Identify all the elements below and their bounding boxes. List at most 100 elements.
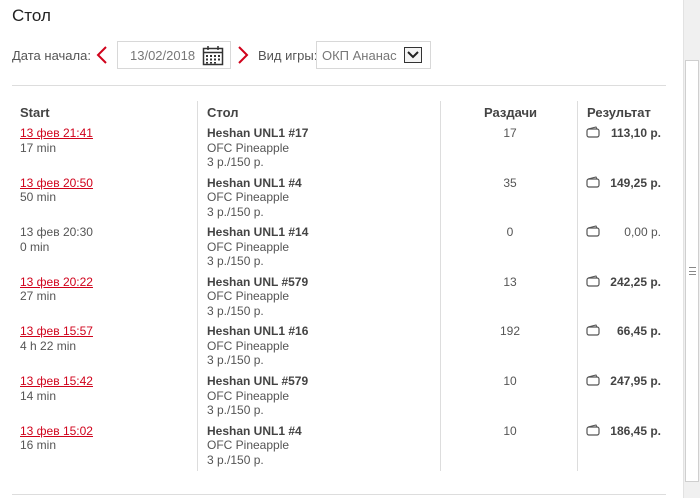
table-row: 13 фев 21:41 17 min Heshan UNL1 #17 OFC Pin… xyxy=(0,126,670,176)
session-duration: 27 min xyxy=(20,289,57,304)
chevron-down-icon[interactable] xyxy=(404,47,422,63)
start-cell: 13 фев 15:57 4 h 22 min xyxy=(20,324,93,353)
column-header-result: Результат xyxy=(587,105,651,120)
start-cell: 13 фев 20:50 50 min xyxy=(20,176,93,205)
stakes: 3 р./150 р. xyxy=(207,254,264,269)
result-cell: 0,00 р. xyxy=(586,225,661,241)
game-type-select[interactable]: ОКП Ананас xyxy=(316,41,431,69)
session-duration: 4 h 22 min xyxy=(20,338,77,353)
result-cell: 247,95 р. xyxy=(586,374,661,390)
result-cell: 113,10 р. xyxy=(586,126,661,142)
game-type-label: Вид игры: xyxy=(258,48,318,63)
stakes: 3 р./150 р. xyxy=(207,403,264,417)
start-cell: 13 фев 20:22 27 min xyxy=(20,275,93,304)
grip-icon xyxy=(689,267,696,275)
chevron-right-icon xyxy=(238,46,249,64)
table-cell: Heshan UNL1 #4 OFC Pineapple 3 р./150 р. xyxy=(207,176,302,220)
stakes: 3 р./150 р. xyxy=(207,452,264,467)
divider xyxy=(12,494,666,495)
result-amount: 0,00 р. xyxy=(624,225,661,240)
chevron-left-icon xyxy=(96,46,107,64)
result-cell: 242,25 р. xyxy=(586,275,661,291)
start-cell: 13 фев 20:30 0 min xyxy=(20,225,93,254)
next-date-button[interactable] xyxy=(237,45,251,65)
table-cell: Heshan UNL1 #4 OFC Pineapple 3 р./150 р. xyxy=(207,424,302,468)
session-duration: 50 min xyxy=(20,190,57,205)
session-start-link[interactable]: 13 фев 21:41 xyxy=(20,126,93,141)
stakes: 3 р./150 р. xyxy=(207,155,264,169)
filter-bar: Дата начала: 13/02/2018 Вид игры: ОКП Ан… xyxy=(12,41,672,69)
wallet-icon xyxy=(586,324,600,339)
game-type: OFC Pineapple xyxy=(207,438,290,453)
table-name: Heshan UNL #579 xyxy=(207,374,309,388)
wallet-icon xyxy=(586,176,600,191)
game-type: OFC Pineapple xyxy=(207,190,290,205)
table-row: 13 фев 15:42 14 min Heshan UNL #579 OFC Pin… xyxy=(0,374,670,424)
date-label: Дата начала: xyxy=(12,48,91,63)
game-type: OFC Pineapple xyxy=(207,388,290,403)
result-amount: 113,10 р. xyxy=(610,126,661,140)
table-name: Heshan UNL #579 xyxy=(207,274,309,289)
game-type-value: ОКП Ананас xyxy=(322,48,397,63)
table-row: 13 фев 15:57 4 h 22 min Heshan UNL1 #16 OFC… xyxy=(0,324,670,374)
session-start-link[interactable]: 13 фев 15:02 xyxy=(20,424,93,439)
calendar-icon[interactable] xyxy=(202,45,224,71)
hands-count: 10 xyxy=(503,423,517,438)
column-header-start: Start xyxy=(20,105,50,120)
scrollbar-thumb[interactable] xyxy=(685,60,699,482)
wallet-icon xyxy=(586,374,600,389)
table-cell: Heshan UNL1 #14 OFC Pineapple 3 р./150 р. xyxy=(207,225,308,269)
result-amount: 247,95 р. xyxy=(610,374,661,388)
result-cell: 149,25 р. xyxy=(586,176,661,192)
table-row: 13 фев 20:50 50 min Heshan UNL1 #4 OFC Pine… xyxy=(0,176,670,226)
session-start-link[interactable]: 13 фев 20:50 xyxy=(20,176,93,191)
hands-count: 192 xyxy=(499,324,521,339)
prev-date-button[interactable] xyxy=(96,45,110,65)
table-name: Heshan UNL1 #14 xyxy=(207,225,309,240)
result-amount: 186,45 р. xyxy=(610,423,661,438)
stakes: 3 р./150 р. xyxy=(207,303,264,318)
hands-count: 17 xyxy=(503,126,517,140)
table-name: Heshan UNL1 #4 xyxy=(207,423,302,438)
result-amount: 66,45 р. xyxy=(616,324,661,339)
date-input-value: 13/02/2018 xyxy=(130,48,196,63)
session-start-link[interactable]: 13 фев 20:22 xyxy=(20,275,93,290)
table-cell: Heshan UNL #579 OFC Pineapple 3 р./150 р. xyxy=(207,275,308,319)
session-start-link[interactable]: 13 фев 15:57 xyxy=(20,324,93,339)
game-type: OFC Pineapple xyxy=(207,140,290,155)
stakes: 3 р./150 р. xyxy=(207,353,264,368)
column-header-hands: Раздачи xyxy=(484,105,538,120)
page-title: Стол xyxy=(12,6,51,25)
column-header-table: Стол xyxy=(207,105,239,120)
wallet-icon xyxy=(586,225,600,240)
table-cell: Heshan UNL1 #16 OFC Pineapple 3 р./150 р. xyxy=(207,324,308,368)
table-name: Heshan UNL1 #17 xyxy=(207,126,309,140)
session-start-link[interactable]: 13 фев 15:42 xyxy=(20,374,93,389)
result-amount: 149,25 р. xyxy=(610,175,661,190)
table-row: 13 фев 20:30 0 min Heshan UNL1 #14 OFC Pine… xyxy=(0,225,670,275)
start-cell: 13 фев 15:02 16 min xyxy=(20,424,93,453)
stakes: 3 р./150 р. xyxy=(207,204,264,219)
result-amount: 242,25 р. xyxy=(610,274,661,289)
table-name: Heshan UNL1 #4 xyxy=(207,175,302,190)
wallet-icon xyxy=(586,275,600,290)
session-duration: 0 min xyxy=(20,239,50,254)
hands-count: 13 xyxy=(503,274,517,289)
start-cell: 13 фев 21:41 17 min xyxy=(20,126,93,155)
scrollbar[interactable] xyxy=(683,0,700,498)
game-type: OFC Pineapple xyxy=(207,239,290,254)
wallet-icon xyxy=(586,424,600,439)
result-cell: 66,45 р. xyxy=(586,324,661,340)
hands-count: 0 xyxy=(506,225,514,240)
table-row: 13 фев 20:22 27 min Heshan UNL #579 OFC Pin… xyxy=(0,275,670,325)
hands-count: 10 xyxy=(503,374,517,388)
date-input[interactable]: 13/02/2018 xyxy=(117,41,231,69)
table-cell: Heshan UNL1 #17 OFC Pineapple 3 р./150 р. xyxy=(207,126,308,170)
result-cell: 186,45 р. xyxy=(586,424,661,440)
wallet-icon xyxy=(586,126,600,141)
game-type: OFC Pineapple xyxy=(207,289,290,304)
hands-count: 35 xyxy=(503,175,517,190)
table-row: 13 фев 15:02 16 min Heshan UNL1 #4 OFC Pine… xyxy=(0,424,670,474)
session-duration: 14 min xyxy=(20,388,57,403)
session-duration: 17 min xyxy=(20,140,57,155)
